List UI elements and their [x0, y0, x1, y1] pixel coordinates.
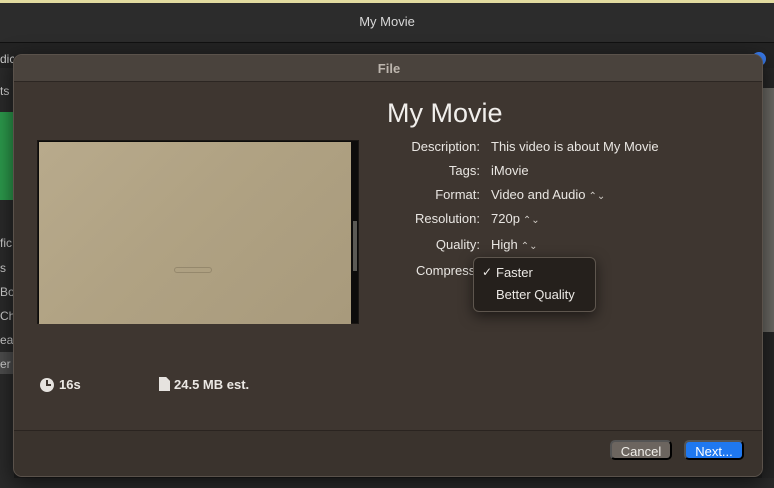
- thumbnail-edge: [353, 221, 357, 271]
- sidebar-fragment[interactable]: ts: [0, 84, 14, 98]
- menu-item-better-quality[interactable]: Better Quality: [474, 285, 595, 305]
- format-value: Video and Audio: [491, 187, 586, 202]
- menu-item-label: Better Quality: [496, 287, 575, 302]
- right-viewer-edge: [762, 88, 774, 332]
- compress-popup-menu: ✓ Faster Better Quality: [473, 257, 596, 312]
- movie-thumbnail: [37, 140, 359, 324]
- file-size-value: 24.5 MB est.: [174, 377, 250, 392]
- sheet-title: File: [377, 61, 401, 76]
- next-button[interactable]: Next...: [684, 440, 744, 460]
- checkmark-icon: ✓: [482, 265, 493, 279]
- quality-label: Quality:: [435, 237, 480, 252]
- format-label: Format:: [435, 187, 480, 202]
- resolution-value: 720p: [491, 211, 520, 226]
- resolution-label: Resolution:: [414, 211, 480, 226]
- sidebar-fragment[interactable]: dic: [0, 52, 14, 66]
- sidebar-fragment[interactable]: ea: [0, 333, 14, 347]
- description-label: Description:: [411, 139, 480, 154]
- quality-value: High: [491, 237, 518, 252]
- sidebar-fragment[interactable]: fic: [0, 236, 14, 250]
- bottom-timeline-strip: [0, 478, 774, 488]
- duration-value: 16s: [59, 377, 81, 392]
- compress-label: Compress: [416, 263, 476, 278]
- sidebar-fragment[interactable]: s: [0, 261, 14, 275]
- menu-item-faster[interactable]: ✓ Faster: [474, 263, 595, 283]
- share-file-sheet: File My Movie Description: This video is…: [13, 54, 763, 477]
- chevron-up-down-icon: ⌃⌄: [522, 215, 540, 226]
- app-title-bar: My Movie: [0, 0, 774, 42]
- chevron-up-down-icon: ⌃⌄: [520, 241, 538, 252]
- app-window-title: My Movie: [359, 14, 415, 29]
- menu-item-label: Faster: [496, 265, 533, 280]
- tags-label: Tags:: [448, 163, 480, 178]
- thumbnail-image: [39, 142, 351, 324]
- thumbnail-detail: [174, 267, 212, 273]
- cancel-button[interactable]: Cancel: [610, 440, 672, 460]
- clock-icon: [40, 378, 54, 392]
- sidebar-fragment[interactable]: Bo: [0, 285, 14, 299]
- sidebar-fragment[interactable]: er: [0, 357, 14, 371]
- movie-title[interactable]: My Movie: [387, 98, 503, 129]
- resolution-popup[interactable]: 720p ⌃⌄: [491, 211, 540, 226]
- sheet-header: File: [14, 55, 762, 82]
- tags-field[interactable]: iMovie: [491, 163, 529, 178]
- description-field[interactable]: This video is about My Movie: [491, 139, 659, 154]
- document-icon: [159, 377, 170, 391]
- sidebar-thumbnail[interactable]: [0, 112, 13, 200]
- chevron-up-down-icon: ⌃⌄: [588, 191, 606, 202]
- sidebar-fragment[interactable]: Ch: [0, 309, 14, 323]
- format-popup[interactable]: Video and Audio ⌃⌄: [491, 187, 605, 202]
- quality-popup[interactable]: High ⌃⌄: [491, 237, 538, 252]
